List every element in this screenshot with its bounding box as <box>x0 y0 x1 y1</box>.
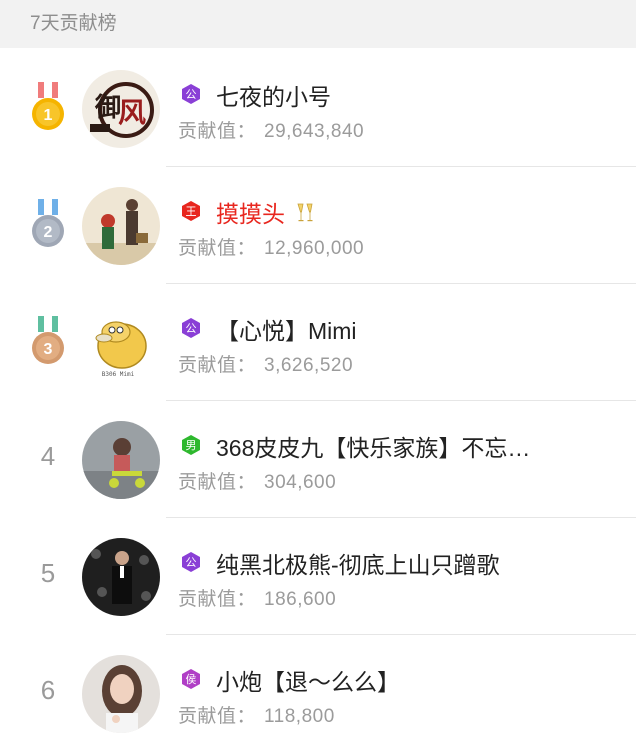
rank-number: 4 <box>40 441 56 471</box>
user-name[interactable]: 【心悦】Mimi <box>216 312 357 346</box>
gold-medal-icon: 1 <box>32 82 64 130</box>
svg-text:侯: 侯 <box>186 672 197 686</box>
user-name[interactable]: 小炮【退～么么】 <box>216 663 400 697</box>
svg-text:王: 王 <box>186 205 197 218</box>
leaderboard-header: 7天贡献榜 <box>0 0 636 48</box>
leaderboard-row-2[interactable]: 2 王 摸摸头 贡献值： 12,960,000 <box>0 167 636 284</box>
king-badge-icon: 王 <box>182 201 200 221</box>
avatar[interactable]: 御 风 <box>82 70 160 148</box>
user-name[interactable]: 摸摸头 <box>216 195 317 229</box>
medal-rank-text: 3 <box>44 341 53 358</box>
avatar[interactable]: B306 Mimi <box>82 304 160 382</box>
avatar[interactable] <box>82 655 160 733</box>
contribution-value: 贡献值： 304,600 <box>178 472 337 493</box>
avatar[interactable] <box>82 538 160 616</box>
rank-number: 6 <box>40 675 56 705</box>
contribution-value: 贡献值： 12,960,000 <box>178 238 365 259</box>
male-badge-icon: 男 <box>182 435 200 455</box>
marquis-badge-icon: 侯 <box>182 669 200 689</box>
guild-badge-icon: 公 <box>182 552 200 572</box>
svg-text:公: 公 <box>186 322 197 335</box>
leaderboard-row-6[interactable]: 6 侯 小炮【退～么么】 贡献值： 118,800 <box>0 635 636 752</box>
guild-badge-icon: 公 <box>182 318 200 338</box>
leaderboard-row-1[interactable]: 1 御 风 公 七夜的小号 贡献值： 29,643,840 <box>0 50 636 167</box>
leaderboard-row-3[interactable]: 3 B306 Mimi 公 【心悦】Mimi 贡献值： 3,626,520 <box>0 284 636 401</box>
leaderboard-title: 7天贡献榜 <box>30 13 117 34</box>
svg-text:公: 公 <box>186 556 197 569</box>
svg-text:风: 风 <box>118 96 146 129</box>
contribution-value: 贡献值： 118,800 <box>178 706 335 727</box>
guild-badge-icon: 公 <box>182 84 200 104</box>
svg-text:男: 男 <box>186 439 197 452</box>
medal-rank-text: 2 <box>44 224 53 241</box>
leaderboard-row-4[interactable]: 4 男 368皮皮九【快乐家族】不忘… 贡献值： 304,600 <box>0 401 636 518</box>
contribution-value: 贡献值： 29,643,840 <box>178 121 365 142</box>
bronze-medal-icon: 3 <box>32 316 64 364</box>
user-name[interactable]: 368皮皮九【快乐家族】不忘… <box>216 429 530 463</box>
user-name[interactable]: 纯黑北极熊-彻底上山只蹭歌 <box>216 546 500 580</box>
silver-medal-icon: 2 <box>32 199 64 247</box>
medal-rank-text: 1 <box>44 107 53 124</box>
avatar[interactable] <box>82 421 160 499</box>
user-name[interactable]: 七夜的小号 <box>216 78 331 112</box>
rank-number: 5 <box>40 558 56 588</box>
svg-text:公: 公 <box>186 88 197 101</box>
svg-text:御: 御 <box>94 92 121 123</box>
svg-text:B306 Mimi: B306 Mimi <box>102 371 135 378</box>
contribution-value: 贡献值： 3,626,520 <box>178 355 354 376</box>
avatar[interactable] <box>82 187 160 265</box>
contribution-value: 贡献值： 186,600 <box>178 589 337 610</box>
leaderboard-row-5[interactable]: 5 公 纯黑北极熊-彻底上山只蹭歌 贡献值： 186,600 <box>0 518 636 635</box>
champagne-icon <box>297 203 313 222</box>
